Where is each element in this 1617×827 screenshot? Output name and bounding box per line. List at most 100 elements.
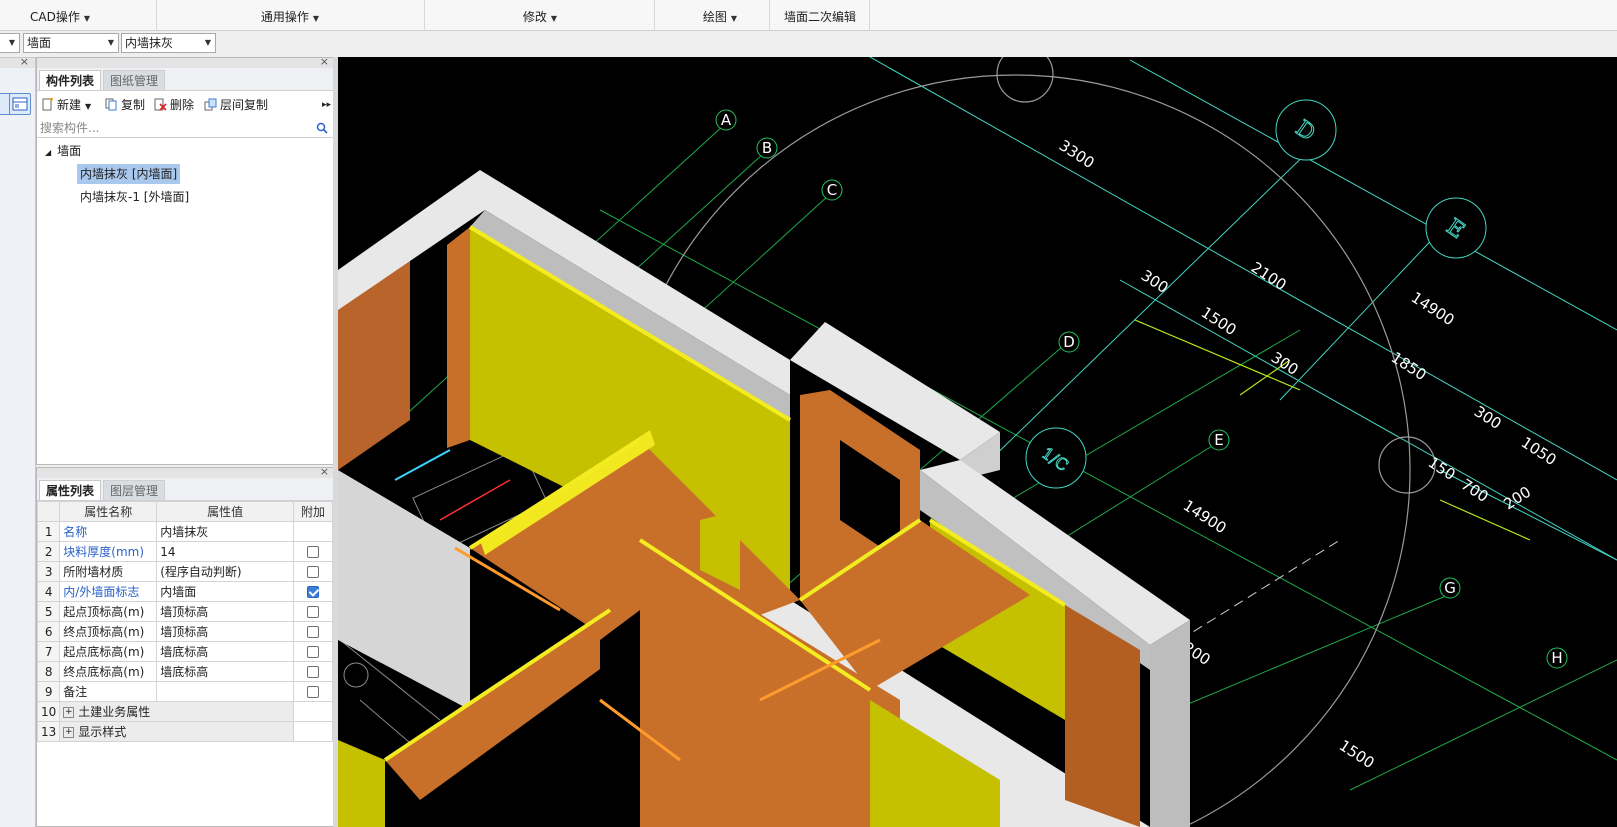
tree-item-inner-plaster-1[interactable]: 内墙抹灰-1 [外墙面] xyxy=(77,187,192,207)
property-rows: 1 名称 内墙抹灰 2 块料厚度(mm) 14 3 所附墙材质 (程序自动判断) 4 内/外墙面标志… xyxy=(36,521,333,742)
table-row[interactable]: 8 终点底标高(m) 墙底标高 xyxy=(36,661,333,682)
tree-item-label: 内墙抹灰 [内墙面] xyxy=(80,167,178,181)
attach-checkbox[interactable] xyxy=(307,666,319,678)
table-group-row[interactable]: 10 + 土建业务属性 xyxy=(36,701,333,722)
property-name: 备注 xyxy=(59,681,158,702)
layout-icon[interactable] xyxy=(9,93,31,115)
floor-copy-button[interactable]: 层间复制 xyxy=(204,95,268,115)
wall-model[interactable] xyxy=(338,170,1190,827)
attach-cell[interactable] xyxy=(293,681,333,702)
tree-item-inner-plaster[interactable]: 内墙抹灰 [内墙面] xyxy=(77,164,181,184)
row-number: 8 xyxy=(36,661,61,682)
ribbon-group-label: CAD操作 xyxy=(30,10,80,24)
property-value[interactable]: 内墙抹灰 xyxy=(156,521,295,542)
attach-checkbox[interactable] xyxy=(307,586,319,598)
tab-drawing-management[interactable]: 图纸管理 xyxy=(103,70,166,90)
ribbon-group-common-ops[interactable]: 通用操作 ▼ xyxy=(230,0,350,30)
ribbon-group-draw[interactable]: 绘图 ▼ xyxy=(680,0,760,30)
attach-checkbox[interactable] xyxy=(307,546,319,558)
attach-cell[interactable] xyxy=(293,601,333,622)
table-row[interactable]: 1 名称 内墙抹灰 xyxy=(36,521,333,542)
search-icon[interactable] xyxy=(316,122,328,134)
copy-button[interactable]: 复制 xyxy=(105,95,145,115)
chevron-down-icon: ▼ xyxy=(83,14,90,23)
table-row[interactable]: 6 终点顶标高(m) 墙顶标高 xyxy=(36,621,333,642)
attach-checkbox[interactable] xyxy=(307,606,319,618)
axis-label-c: C xyxy=(827,181,837,199)
property-value[interactable]: 墙顶标高 xyxy=(156,601,295,622)
attach-checkbox[interactable] xyxy=(307,566,319,578)
ribbon-group-cad-ops[interactable]: CAD操作 ▼ xyxy=(10,0,110,30)
axis-label-h: H xyxy=(1551,649,1562,667)
close-icon[interactable]: × xyxy=(320,465,329,478)
close-icon[interactable]: × xyxy=(320,55,329,68)
property-value[interactable]: (程序自动判断) xyxy=(156,561,295,582)
attach-cell[interactable] xyxy=(293,641,333,662)
row-number: 10 xyxy=(36,701,61,722)
component-select[interactable]: 内墙抹灰 ▼ xyxy=(121,33,216,53)
model-canvas[interactable]: A B C D E G H D E 1/C 3300 300 2100 1500… xyxy=(338,57,1617,827)
attach-cell xyxy=(293,701,333,722)
group-name-cell[interactable]: + 土建业务属性 xyxy=(59,701,295,722)
delete-button[interactable]: 删除 xyxy=(154,95,194,115)
attach-cell[interactable] xyxy=(293,541,333,562)
table-row[interactable]: 5 起点顶标高(m) 墙顶标高 xyxy=(36,601,333,622)
search-placeholder: 搜索构件... xyxy=(40,121,100,135)
dimension-text: 150 xyxy=(1425,453,1459,484)
group-name-cell[interactable]: + 显示样式 xyxy=(59,721,295,742)
property-name: 起点底标高(m) xyxy=(59,641,158,662)
expand-plus-icon[interactable]: + xyxy=(63,727,75,738)
search-input[interactable]: 搜索构件... xyxy=(37,118,333,138)
cad-3d-viewport[interactable]: A B C D E G H D E 1/C 3300 300 2100 1500… xyxy=(338,57,1617,827)
property-value[interactable] xyxy=(156,681,295,702)
expand-plus-icon[interactable]: + xyxy=(63,707,75,718)
attach-cell[interactable] xyxy=(293,521,333,542)
attach-cell[interactable] xyxy=(293,581,333,602)
chevron-down-icon: ▼ xyxy=(204,38,211,47)
property-name: 块料厚度(mm) xyxy=(59,541,158,562)
table-group-row[interactable]: 13 + 显示样式 xyxy=(36,721,333,742)
copy-icon xyxy=(105,98,117,111)
tab-component-list[interactable]: 构件列表 xyxy=(39,70,102,90)
chevron-down-icon: ▼ xyxy=(8,38,15,47)
chevron-down-icon: ▼ xyxy=(312,14,320,23)
ribbon-group-label: 修改 xyxy=(522,10,547,24)
property-value[interactable]: 内墙面 xyxy=(156,581,295,602)
table-row[interactable]: 4 内/外墙面标志 内墙面 xyxy=(36,581,333,602)
attach-checkbox[interactable] xyxy=(307,646,319,658)
dimension-text: 3300 xyxy=(1056,136,1098,172)
attach-cell[interactable] xyxy=(293,661,333,682)
property-value[interactable]: 墙底标高 xyxy=(156,661,295,682)
attach-cell[interactable] xyxy=(293,621,333,642)
property-name: 起点顶标高(m) xyxy=(59,601,158,622)
property-value[interactable]: 墙顶标高 xyxy=(156,621,295,642)
floor-select[interactable]: ▼ xyxy=(0,33,20,53)
tree-root[interactable]: ◢ 墙面 xyxy=(45,142,81,159)
ribbon-separator xyxy=(769,0,770,30)
attach-checkbox[interactable] xyxy=(307,686,319,698)
property-value[interactable]: 14 xyxy=(156,541,295,562)
group-name: 土建业务属性 xyxy=(78,705,151,719)
ribbon-group-modify[interactable]: 修改 ▼ xyxy=(500,0,580,30)
dimension-text: 2100 xyxy=(1248,258,1290,294)
table-row[interactable]: 9 备注 xyxy=(36,681,333,702)
component-list-panel: × 构件列表 图纸管理 新建 ▼ 复制 删除 层间复制 ▸▸ 搜索构件... ◢ 墙… xyxy=(36,55,334,465)
table-row[interactable]: 3 所附墙材质 (程序自动判断) xyxy=(36,561,333,582)
attach-cell[interactable] xyxy=(293,561,333,582)
attach-checkbox[interactable] xyxy=(307,626,319,638)
ribbon-group-wall-edit[interactable]: 墙面二次编辑 xyxy=(775,0,865,30)
property-name: 名称 xyxy=(59,521,158,542)
tab-property-list[interactable]: 属性列表 xyxy=(39,480,102,500)
property-table: 属性名称 属性值 附加 1 名称 内墙抹灰 2 块料厚度(mm) 14 3 所附墙材质 (程序自… xyxy=(36,501,333,742)
new-button[interactable]: 新建 ▼ xyxy=(41,95,91,115)
collapse-triangle-icon[interactable]: ◢ xyxy=(45,148,51,157)
close-icon[interactable]: × xyxy=(20,55,29,68)
table-row[interactable]: 7 起点底标高(m) 墙底标高 xyxy=(36,641,333,662)
left-nav-strip: × xyxy=(0,55,36,827)
component-type-select[interactable]: 墙面 ▼ xyxy=(23,33,119,53)
ribbon-toolbar: CAD操作 ▼ 通用操作 ▼ 修改 ▼ 绘图 ▼ 墙面二次编辑 xyxy=(0,0,1617,31)
more-icon[interactable]: ▸▸ xyxy=(322,95,331,115)
tab-layer-management[interactable]: 图层管理 xyxy=(103,480,166,500)
property-value[interactable]: 墙底标高 xyxy=(156,641,295,662)
table-row[interactable]: 2 块料厚度(mm) 14 xyxy=(36,541,333,562)
